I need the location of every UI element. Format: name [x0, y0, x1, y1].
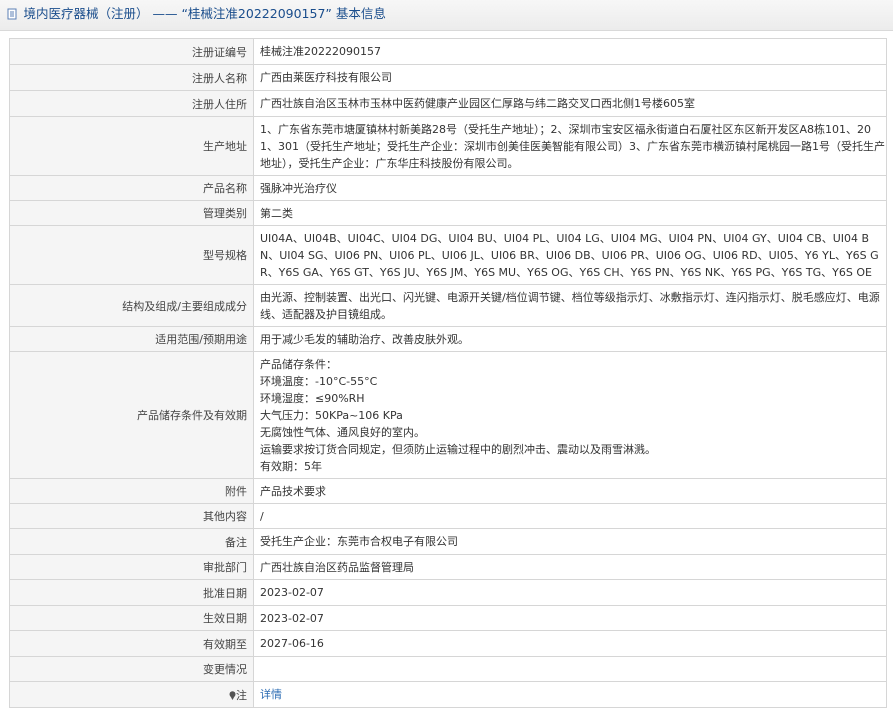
row-label: 产品名称	[9, 175, 254, 201]
row-label: 适用范围/预期用途	[9, 326, 254, 352]
storage-line: 运输要求按订货合同规定，但须防止运输过程中的剧烈冲击、震动以及雨雪淋溅。	[260, 442, 656, 456]
row-label: 生产地址	[9, 116, 254, 176]
product-name: 强脉冲光治疗仪	[253, 175, 887, 201]
management-category: 第二类	[253, 200, 887, 226]
row-label: 附件	[9, 478, 254, 504]
storage-conditions: 产品储存条件： 环境温度：-10°C-55°C 环境湿度：≤90%RH 大气压力…	[253, 351, 887, 479]
table-row: 其他内容 /	[9, 503, 887, 529]
row-label: 备注	[9, 528, 254, 555]
approval-date: 2023-02-07	[253, 579, 887, 606]
info-table: 注册证编号 桂械注准20222090157 注册人名称 广西由莱医疗科技有限公司…	[9, 38, 887, 708]
table-row: 结构及组成/主要组成成分 由光源、控制装置、出光口、闪光键、电源开关键/档位调节…	[9, 284, 887, 327]
remarks: 受托生产企业：东莞市合权电子有限公司	[253, 528, 887, 555]
row-label: 其他内容	[9, 503, 254, 529]
registrant-address: 广西壮族自治区玉林市玉林中医药健康产业园区仁厚路与纬二路交叉口西北侧1号楼605…	[253, 90, 887, 117]
table-row: 注册人名称 广西由莱医疗科技有限公司	[9, 64, 887, 91]
row-label: 产品储存条件及有效期	[9, 351, 254, 479]
note-label: 注	[236, 688, 247, 702]
table-row: 注 详情	[9, 681, 887, 708]
attachment: 产品技术要求	[253, 478, 887, 504]
storage-line: 产品储存条件：	[260, 357, 337, 371]
table-row: 附件 产品技术要求	[9, 478, 887, 504]
row-label: 注	[9, 681, 254, 708]
valid-until: 2027-06-16	[253, 630, 887, 657]
table-row: 生效日期 2023-02-07	[9, 605, 887, 631]
row-label: 型号规格	[9, 225, 254, 285]
row-label: 注册人名称	[9, 64, 254, 91]
table-row: 注册人住所 广西壮族自治区玉林市玉林中医药健康产业园区仁厚路与纬二路交叉口西北侧…	[9, 90, 887, 117]
registrant-name: 广西由莱医疗科技有限公司	[253, 64, 887, 91]
page-title: 境内医疗器械（注册） —— “桂械注准20222090157” 基本信息	[23, 6, 386, 21]
approval-department: 广西壮族自治区药品监督管理局	[253, 554, 887, 580]
storage-line: 环境湿度：≤90%RH	[260, 391, 365, 405]
structure-composition: 由光源、控制装置、出光口、闪光键、电源开关键/档位调节键、档位等级指示灯、冰敷指…	[253, 284, 887, 327]
storage-line: 环境温度：-10°C-55°C	[260, 374, 378, 388]
table-row: 变更情况	[9, 656, 887, 682]
table-row: 产品名称 强脉冲光治疗仪	[9, 175, 887, 201]
model-spec: UI04A、UI04B、UI04C、UI04 DG、UI04 BU、UI04 P…	[253, 225, 887, 285]
table-row: 审批部门 广西壮族自治区药品监督管理局	[9, 554, 887, 580]
intended-use: 用于减少毛发的辅助治疗、改善皮肤外观。	[253, 326, 887, 352]
production-address: 1、广东省东莞市塘厦镇林村新美路28号（受托生产地址）；2、深圳市宝安区福永街道…	[253, 116, 887, 176]
storage-line: 大气压力：50KPa~106 KPa	[260, 408, 403, 422]
row-label: 审批部门	[9, 554, 254, 580]
page-header: 境内医疗器械（注册） —— “桂械注准20222090157” 基本信息	[0, 0, 893, 31]
table-row: 生产地址 1、广东省东莞市塘厦镇林村新美路28号（受托生产地址）；2、深圳市宝安…	[9, 116, 887, 176]
effective-date: 2023-02-07	[253, 605, 887, 631]
table-row: 注册证编号 桂械注准20222090157	[9, 38, 887, 65]
row-label: 注册人住所	[9, 90, 254, 117]
registration-number: 桂械注准20222090157	[253, 38, 887, 65]
table-row: 产品储存条件及有效期 产品储存条件： 环境温度：-10°C-55°C 环境湿度：…	[9, 351, 887, 479]
storage-line: 有效期：5年	[260, 459, 322, 473]
row-label: 批准日期	[9, 579, 254, 606]
table-row: 型号规格 UI04A、UI04B、UI04C、UI04 DG、UI04 BU、U…	[9, 225, 887, 285]
row-label: 结构及组成/主要组成成分	[9, 284, 254, 327]
table-row: 有效期至 2027-06-16	[9, 630, 887, 657]
table-row: 管理类别 第二类	[9, 200, 887, 226]
document-icon	[6, 3, 18, 20]
row-label: 管理类别	[9, 200, 254, 226]
pin-icon	[229, 690, 236, 700]
table-row: 适用范围/预期用途 用于减少毛发的辅助治疗、改善皮肤外观。	[9, 326, 887, 352]
row-label: 生效日期	[9, 605, 254, 631]
row-label: 有效期至	[9, 630, 254, 657]
note-value: 详情	[253, 681, 887, 708]
table-row: 备注 受托生产企业：东莞市合权电子有限公司	[9, 528, 887, 555]
details-link[interactable]: 详情	[260, 688, 282, 701]
row-label: 注册证编号	[9, 38, 254, 65]
change-history	[253, 656, 887, 682]
row-label: 变更情况	[9, 656, 254, 682]
table-row: 批准日期 2023-02-07	[9, 579, 887, 606]
other-content: /	[253, 503, 887, 529]
storage-line: 无腐蚀性气体、通风良好的室内。	[260, 425, 425, 439]
